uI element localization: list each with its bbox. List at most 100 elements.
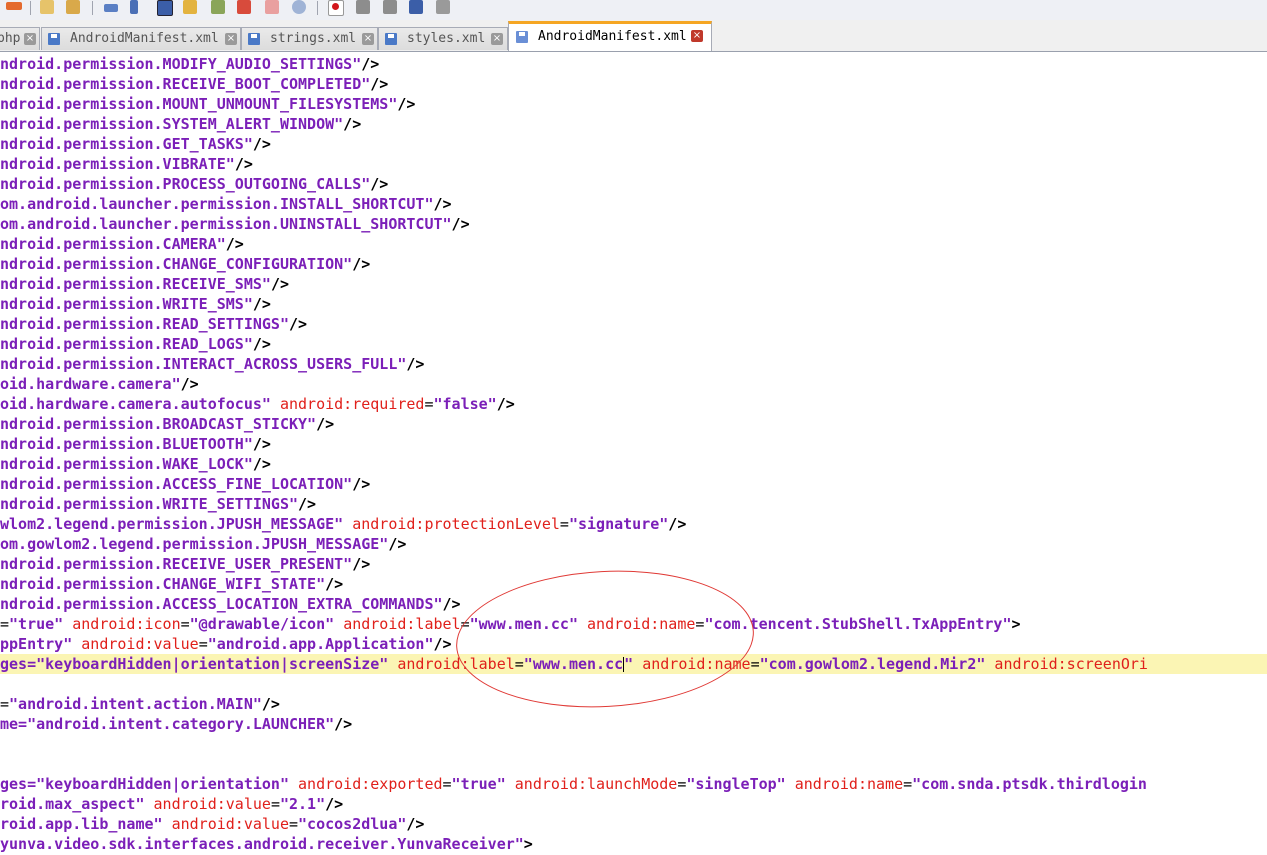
folder-icon[interactable] (183, 0, 197, 14)
punctuation-token: = (559, 515, 569, 533)
code-line[interactable]: me="android.intent.category.LAUNCHER"/> (0, 714, 352, 734)
code-line[interactable]: roid.max_aspect" android:value="2.1"/> (0, 794, 343, 814)
code-line[interactable]: ndroid.permission.RECEIVE_SMS"/> (0, 274, 289, 294)
string-token: ndroid.permission.ACCESS_FINE_LOCATION" (0, 475, 353, 493)
play-icon[interactable] (383, 0, 397, 14)
punctuation-token: /> (433, 195, 452, 213)
close-icon[interactable]: × (691, 30, 703, 42)
code-line[interactable]: ndroid.permission.PROCESS_OUTGOING_CALLS… (0, 174, 388, 194)
string-token: ndroid.permission.INTERACT_ACROSS_USERS_… (0, 355, 407, 373)
paste-icon[interactable] (66, 0, 80, 14)
save-icon (385, 33, 397, 45)
stop-icon[interactable] (356, 0, 370, 14)
string-token: om.android.launcher.permission.UNINSTALL… (0, 215, 452, 233)
pencil-icon[interactable] (6, 2, 22, 10)
tab-label: strings.xml (270, 31, 357, 46)
code-line[interactable]: om.android.launcher.permission.UNINSTALL… (0, 214, 470, 234)
paragraph-icon[interactable] (130, 0, 138, 14)
fast-forward-icon[interactable] (409, 0, 423, 14)
string-token: ndroid.permission.RECEIVE_BOOT_COMPLETED… (0, 75, 371, 93)
tab-label: php (0, 31, 21, 46)
bookmark-icon[interactable] (211, 0, 225, 14)
string-token: om.gowlom2.legend.permission.JPUSH_MESSA… (0, 535, 389, 553)
punctuation-token: /> (325, 795, 344, 813)
close-icon[interactable]: × (362, 33, 374, 45)
string-token: yunva.video.sdk.interfaces.android.recei… (0, 835, 524, 853)
code-line[interactable]: om.gowlom2.legend.permission.JPUSH_MESSA… (0, 534, 406, 554)
punctuation-token: /> (451, 215, 470, 233)
code-line[interactable]: oid.hardware.camera.autofocus" android:r… (0, 394, 515, 414)
punctuation-token: /> (325, 575, 344, 593)
close-icon[interactable]: × (491, 33, 503, 45)
tab-androidmanifest-active[interactable]: AndroidManifest.xml × (508, 21, 712, 51)
code-line[interactable]: ndroid.permission.READ_SETTINGS"/> (0, 314, 307, 334)
code-line[interactable]: ndroid.permission.ACCESS_LOCATION_EXTRA_… (0, 594, 461, 614)
punctuation-token: /> (234, 155, 253, 173)
string-token: oid.hardware.camera.autofocus" (0, 395, 280, 413)
string-token: ndroid.permission.SYSTEM_ALERT_WINDOW" (0, 115, 344, 133)
code-line[interactable]: ppEntry" android:value="android.app.Appl… (0, 634, 452, 654)
code-line[interactable]: ndroid.permission.SYSTEM_ALERT_WINDOW"/> (0, 114, 361, 134)
tab-label: AndroidManifest.xml (538, 29, 687, 44)
punctuation-token: /> (252, 335, 271, 353)
code-line[interactable]: ndroid.permission.BROADCAST_STICKY"/> (0, 414, 334, 434)
code-line[interactable]: ndroid.permission.CAMERA"/> (0, 234, 244, 254)
punctuation-token: /> (388, 535, 407, 553)
record-icon[interactable] (328, 0, 344, 16)
code-line[interactable]: ndroid.permission.INTERACT_ACROSS_USERS_… (0, 354, 424, 374)
close-icon[interactable]: × (225, 33, 237, 45)
tab-androidmanifest-1[interactable]: AndroidManifest.xml × (41, 27, 241, 50)
code-line[interactable]: ndroid.permission.CHANGE_CONFIGURATION"/… (0, 254, 370, 274)
code-line[interactable]: ndroid.permission.GET_TASKS"/> (0, 134, 271, 154)
image-icon[interactable] (265, 0, 279, 14)
string-token: "@drawable/icon" (189, 615, 344, 633)
punctuation-token: /> (343, 115, 362, 133)
attribute-name: android:label (343, 615, 461, 633)
punctuation-token: /> (668, 515, 687, 533)
code-editor[interactable]: ndroid.permission.MODIFY_AUDIO_SETTINGS"… (0, 52, 1267, 855)
string-token: ndroid.permission.RECEIVE_SMS" (0, 275, 271, 293)
code-line[interactable]: ndroid.permission.CHANGE_WIFI_STATE"/> (0, 574, 343, 594)
indent-icon[interactable] (157, 0, 173, 16)
punctuation-token: /> (361, 55, 380, 73)
code-line[interactable]: roid.app.lib_name" android:value="cocos2… (0, 814, 424, 834)
code-line[interactable]: ndroid.permission.WRITE_SETTINGS"/> (0, 494, 316, 514)
code-line[interactable]: ndroid.permission.RECEIVE_BOOT_COMPLETED… (0, 74, 388, 94)
punctuation-token: /> (406, 815, 425, 833)
code-line[interactable]: ndroid.permission.BLUETOOTH"/> (0, 434, 271, 454)
code-line[interactable]: wlom2.legend.permission.JPUSH_MESSAGE" a… (0, 514, 686, 534)
code-line[interactable]: oid.hardware.camera"/> (0, 374, 199, 394)
pen-icon[interactable] (237, 0, 251, 14)
code-line[interactable]: ndroid.permission.READ_LOGS"/> (0, 334, 271, 354)
close-icon[interactable]: × (24, 33, 36, 45)
attribute-name: android:value (81, 635, 199, 653)
code-line[interactable]: ndroid.permission.RECEIVE_USER_PRESENT"/… (0, 554, 370, 574)
copy-icon[interactable] (40, 0, 54, 14)
string-token: ndroid.permission.WRITE_SMS" (0, 295, 253, 313)
punctuation-token: /> (370, 175, 389, 193)
code-line[interactable]: ="android.intent.action.MAIN"/> (0, 694, 280, 714)
code-line[interactable]: om.android.launcher.permission.INSTALL_S… (0, 194, 452, 214)
tab-styles[interactable]: styles.xml × (378, 27, 508, 50)
code-line[interactable]: ges="keyboardHidden|orientation" android… (0, 774, 1147, 794)
eye-icon[interactable] (292, 0, 306, 14)
string-token: ndroid.permission.CHANGE_WIFI_STATE" (0, 575, 326, 593)
code-line[interactable]: ndroid.permission.WAKE_LOCK"/> (0, 454, 271, 474)
tab-strings[interactable]: strings.xml × (241, 27, 378, 50)
punctuation-token: /> (370, 75, 389, 93)
save-macro-icon[interactable] (436, 0, 450, 14)
code-line[interactable]: ndroid.permission.WRITE_SMS"/> (0, 294, 271, 314)
code-line[interactable]: ndroid.permission.VIBRATE"/> (0, 154, 253, 174)
code-line[interactable]: ndroid.permission.MOUNT_UNMOUNT_FILESYST… (0, 94, 415, 114)
punctuation-token: = (198, 635, 208, 653)
punctuation-token: /> (496, 395, 515, 413)
wrap-icon[interactable] (104, 4, 118, 12)
tab-php[interactable]: php × (0, 27, 40, 50)
punctuation-token: /> (442, 595, 461, 613)
string-token: ndroid.permission.CAMERA" (0, 235, 226, 253)
code-line[interactable]: ndroid.permission.ACCESS_FINE_LOCATION"/… (0, 474, 370, 494)
code-line[interactable]: ndroid.permission.MODIFY_AUDIO_SETTINGS"… (0, 54, 379, 74)
punctuation-token: > (523, 835, 533, 853)
attribute-name: android:protectionLevel (352, 515, 560, 533)
code-line[interactable]: yunva.video.sdk.interfaces.android.recei… (0, 834, 533, 854)
